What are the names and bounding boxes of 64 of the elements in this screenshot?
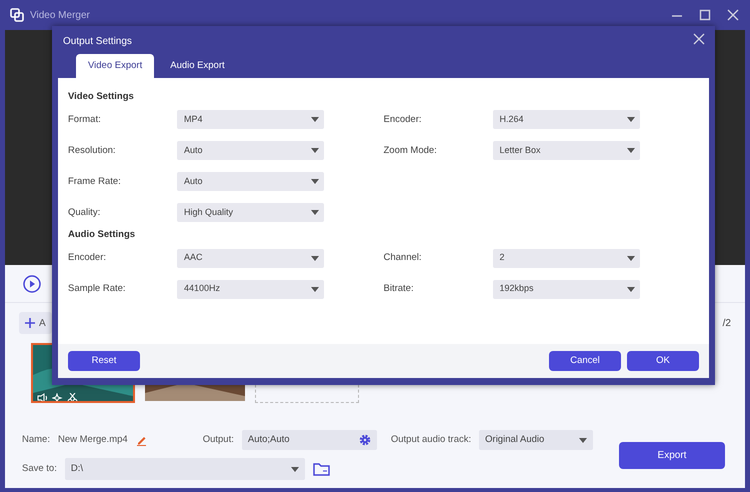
scissors-icon[interactable] <box>67 393 78 401</box>
name-label: Name: <box>22 432 50 447</box>
cancel-button[interactable]: Cancel <box>549 351 621 371</box>
app-logo-icon <box>10 8 24 22</box>
select-dropdown[interactable]: 2 <box>492 248 640 268</box>
pencil-icon[interactable] <box>136 434 147 446</box>
section-title: Audio Settings <box>68 228 136 242</box>
sparkle-icon[interactable] <box>52 393 63 401</box>
add-button[interactable]: A <box>19 312 52 334</box>
select-dropdown[interactable]: Letter Box <box>492 141 640 160</box>
field-label: Encoder: <box>384 112 423 127</box>
select-dropdown[interactable]: 44100Hz <box>177 280 324 298</box>
field-label: Zoom Mode: <box>384 144 438 158</box>
caret-icon <box>311 117 319 122</box>
select-dropdown[interactable]: 192kbps <box>492 280 640 298</box>
caret-icon <box>311 210 319 216</box>
save-to-label: Save to: <box>22 462 57 476</box>
volume-icon[interactable] <box>37 393 48 401</box>
folder-icon[interactable] <box>312 462 330 476</box>
save-path-dropdown[interactable]: D:\ <box>64 458 305 480</box>
caret-icon <box>579 438 588 442</box>
select-dropdown[interactable]: H.264 <box>492 110 640 130</box>
ok-button[interactable]: OK <box>627 351 699 371</box>
section-title: Video Settings <box>68 90 135 104</box>
settings-icon[interactable] <box>358 434 371 446</box>
play-icon[interactable] <box>23 274 41 292</box>
reset-button[interactable]: Reset <box>68 351 140 371</box>
caret-icon <box>626 286 634 292</box>
caret-icon <box>311 256 319 260</box>
field-label: Resolution: <box>68 144 117 158</box>
export-button[interactable]: Export <box>619 442 725 468</box>
caret-icon <box>311 179 319 184</box>
field-label: Encoder: <box>68 250 108 265</box>
audio-track-dropdown[interactable]: Original Audio <box>479 430 594 450</box>
plus-icon <box>25 318 35 328</box>
audio-track-label: Output audio track: <box>390 432 472 447</box>
caret-icon <box>626 256 634 260</box>
field-label: Frame Rate: <box>68 174 122 189</box>
field-label: Format: <box>68 112 102 127</box>
close-icon[interactable] <box>693 33 705 45</box>
maximize-icon[interactable] <box>699 9 711 21</box>
field-label: Quality: <box>68 206 102 220</box>
caret-icon <box>311 286 319 292</box>
dialog-title: Output Settings <box>63 35 132 49</box>
caret-icon <box>290 466 299 472</box>
field-label: Bitrate: <box>384 282 415 296</box>
tab[interactable]: Audio Export <box>158 54 237 78</box>
select-dropdown[interactable]: AAC <box>177 248 324 268</box>
select-dropdown[interactable]: Auto <box>177 141 324 160</box>
file-name: New Merge.mp4 <box>58 432 128 447</box>
output-label: Output: <box>202 432 234 447</box>
window-title: Video Merger <box>30 8 90 22</box>
page-count: /2 <box>722 316 731 330</box>
select-dropdown[interactable]: Auto <box>177 172 324 192</box>
caret-icon <box>626 148 634 154</box>
caret-icon <box>626 117 634 122</box>
caret-icon <box>311 148 319 154</box>
select-dropdown[interactable]: MP4 <box>177 110 324 130</box>
tab[interactable]: Video Export <box>76 54 154 78</box>
field-label: Sample Rate: <box>68 282 127 296</box>
close-icon[interactable] <box>727 9 739 21</box>
select-dropdown[interactable]: High Quality <box>177 203 324 222</box>
output-field[interactable]: Auto;Auto <box>242 430 377 450</box>
field-label: Channel: <box>384 250 423 265</box>
